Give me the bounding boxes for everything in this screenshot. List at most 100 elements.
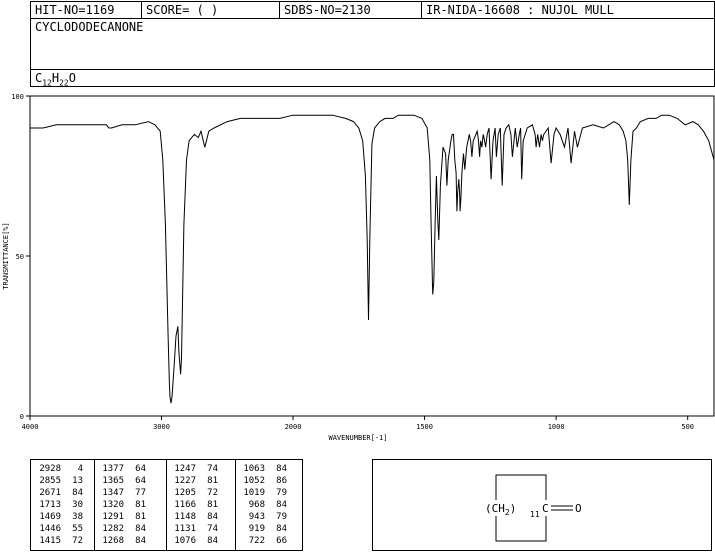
peak-row: 1347 77 bbox=[96, 487, 146, 499]
peak-row: 1019 79 bbox=[237, 487, 287, 499]
peak-wavenumber: 1365 bbox=[102, 476, 124, 486]
table-divider bbox=[94, 460, 95, 550]
peak-transmittance: 84 bbox=[207, 536, 218, 546]
peak-table-column: 2928 4 2855 13 2671 84 1713 30 1469 38 1446 55 1415 7… bbox=[33, 463, 83, 547]
peak-transmittance: 66 bbox=[276, 536, 287, 546]
peak-transmittance: 81 bbox=[135, 512, 146, 522]
peak-row: 1282 84 bbox=[96, 523, 146, 535]
peak-wavenumber: 1291 bbox=[102, 512, 124, 522]
peak-wavenumber: 1063 bbox=[243, 464, 265, 474]
ring-group-open: (CH bbox=[485, 502, 505, 515]
peak-row: 1365 64 bbox=[96, 475, 146, 487]
peak-transmittance: 86 bbox=[276, 476, 287, 486]
peak-row: 1166 81 bbox=[168, 499, 218, 511]
peak-row: 1377 64 bbox=[96, 463, 146, 475]
peak-row: 1469 38 bbox=[33, 511, 83, 523]
peak-transmittance: 72 bbox=[72, 536, 83, 546]
peak-wavenumber: 1205 bbox=[174, 488, 196, 498]
ring-group: (CH2) bbox=[485, 502, 516, 517]
peak-row: 1291 81 bbox=[96, 511, 146, 523]
peak-wavenumber: 1227 bbox=[174, 476, 196, 486]
spectrum-trace bbox=[30, 114, 715, 404]
peak-table-column: 1063 84 1052 86 1019 79 968 84 943 79 919 84 722 66 bbox=[237, 463, 287, 547]
peak-transmittance: 64 bbox=[135, 476, 146, 486]
peak-transmittance: 81 bbox=[207, 500, 218, 510]
peak-wavenumber: 1247 bbox=[174, 464, 196, 474]
peak-transmittance: 84 bbox=[276, 500, 287, 510]
peak-row: 722 66 bbox=[237, 535, 287, 547]
peak-transmittance: 74 bbox=[207, 524, 218, 534]
peak-row: 1052 86 bbox=[237, 475, 287, 487]
peak-transmittance: 77 bbox=[135, 488, 146, 498]
peak-transmittance: 81 bbox=[207, 476, 218, 486]
peak-wavenumber: 2671 bbox=[39, 488, 61, 498]
x-tick-label: 2000 bbox=[285, 423, 302, 431]
peak-table-column: 1247 74 1227 81 1205 72 1166 81 1148 84 1131 74 1076… bbox=[168, 463, 218, 547]
peak-row: 1148 84 bbox=[168, 511, 218, 523]
peak-row: 1131 74 bbox=[168, 523, 218, 535]
peak-wavenumber: 2928 bbox=[39, 464, 61, 474]
peak-transmittance: 64 bbox=[135, 464, 146, 474]
peak-row: 1063 84 bbox=[237, 463, 287, 475]
peak-transmittance: 13 bbox=[72, 476, 83, 486]
peak-transmittance: 84 bbox=[207, 512, 218, 522]
x-tick-label: 500 bbox=[681, 423, 694, 431]
structure-diagram: (CH2) 11 C O bbox=[372, 459, 712, 551]
y-tick-label: 50 bbox=[16, 253, 24, 261]
peak-row: 919 84 bbox=[237, 523, 287, 535]
peak-row: 1415 72 bbox=[33, 535, 83, 547]
peak-transmittance: 84 bbox=[72, 488, 83, 498]
ring-group-close: ) bbox=[510, 502, 517, 515]
peak-row: 1446 55 bbox=[33, 523, 83, 535]
x-tick-label: 1000 bbox=[548, 423, 565, 431]
peak-row: 2855 13 bbox=[33, 475, 83, 487]
peak-row: 1205 72 bbox=[168, 487, 218, 499]
peak-wavenumber: 1166 bbox=[174, 500, 196, 510]
peak-wavenumber: 1347 bbox=[102, 488, 124, 498]
x-tick-label: 4000 bbox=[22, 423, 39, 431]
peak-row: 1076 84 bbox=[168, 535, 218, 547]
peak-transmittance: 72 bbox=[207, 488, 218, 498]
y-axis-label: TRANSMITTANCE[%] bbox=[2, 222, 10, 289]
peak-transmittance: 79 bbox=[276, 512, 287, 522]
peak-row: 943 79 bbox=[237, 511, 287, 523]
peak-row: 1247 74 bbox=[168, 463, 218, 475]
peak-row: 2671 84 bbox=[33, 487, 83, 499]
peak-transmittance: 79 bbox=[276, 488, 287, 498]
peak-wavenumber: 1076 bbox=[174, 536, 196, 546]
peak-row: 1320 81 bbox=[96, 499, 146, 511]
peak-row: 1713 30 bbox=[33, 499, 83, 511]
peak-wavenumber: 1377 bbox=[102, 464, 124, 474]
peak-transmittance: 74 bbox=[207, 464, 218, 474]
y-tick-label: 0 bbox=[20, 413, 24, 421]
peak-wavenumber: 1713 bbox=[39, 500, 61, 510]
peak-row: 1227 81 bbox=[168, 475, 218, 487]
peak-transmittance: 84 bbox=[276, 464, 287, 474]
peak-transmittance: 55 bbox=[72, 524, 83, 534]
x-tick-label: 3000 bbox=[153, 423, 170, 431]
peak-transmittance: 81 bbox=[135, 500, 146, 510]
peak-wavenumber: 1148 bbox=[174, 512, 196, 522]
carbonyl-carbon: C bbox=[542, 502, 549, 515]
peak-row: 1268 84 bbox=[96, 535, 146, 547]
ir-spectrum-chart: 100500 4000 3000 2000 1500 1000 500 WAVENUMBE… bbox=[2, 93, 715, 442]
oxygen-atom: O bbox=[575, 502, 582, 515]
peak-wavenumber: 1019 bbox=[243, 488, 265, 498]
peak-transmittance: 38 bbox=[72, 512, 83, 522]
peak-row: 968 84 bbox=[237, 499, 287, 511]
peak-transmittance: 30 bbox=[72, 500, 83, 510]
peak-wavenumber: 1131 bbox=[174, 524, 196, 534]
peak-wavenumber: 1282 bbox=[102, 524, 124, 534]
peak-wavenumber: 1268 bbox=[102, 536, 124, 546]
peak-wavenumber: 1052 bbox=[243, 476, 265, 486]
structure-drawing: (CH2) 11 C O bbox=[483, 474, 582, 542]
peak-transmittance: 84 bbox=[135, 536, 146, 546]
peak-wavenumber: 1469 bbox=[39, 512, 61, 522]
peak-wavenumber: 968 bbox=[248, 500, 265, 510]
peak-wavenumber: 1446 bbox=[39, 524, 61, 534]
ring-count: 11 bbox=[530, 510, 540, 519]
peak-wavenumber: 2855 bbox=[39, 476, 61, 486]
x-tick-label: 1500 bbox=[416, 423, 433, 431]
peak-table: 2928 4 2855 13 2671 84 1713 30 1469 38 1446 55 1415 7… bbox=[30, 459, 303, 551]
peak-wavenumber: 1415 bbox=[39, 536, 61, 546]
